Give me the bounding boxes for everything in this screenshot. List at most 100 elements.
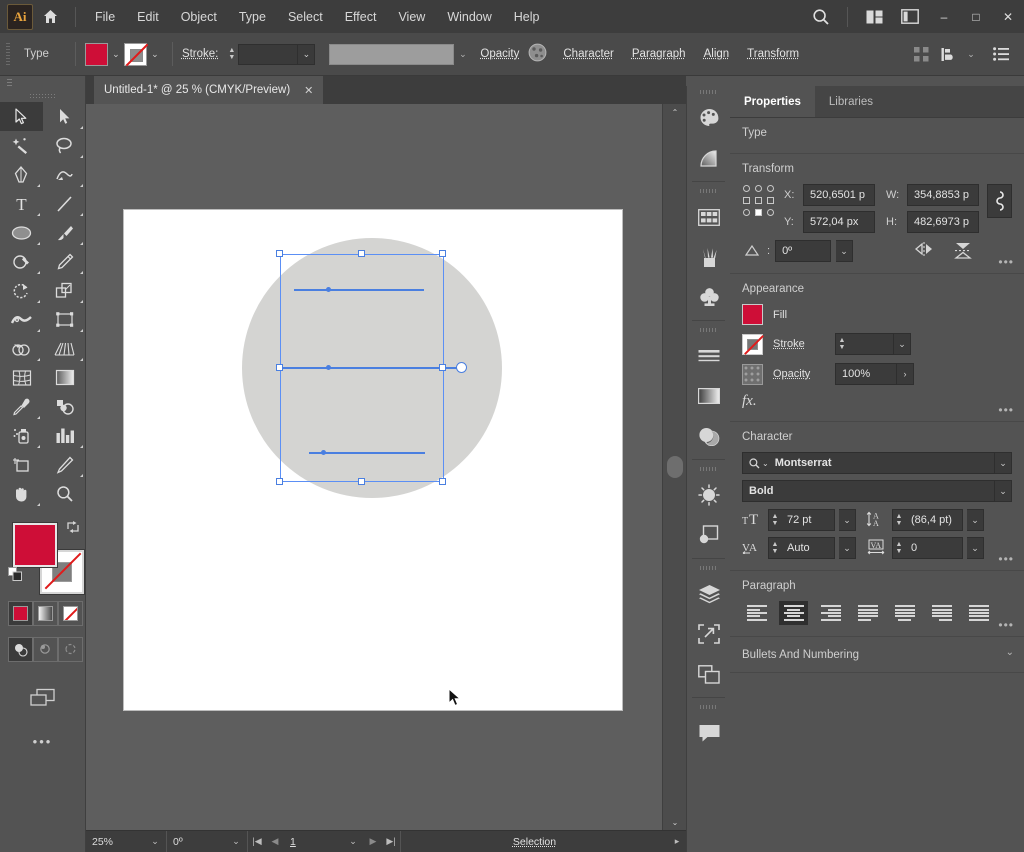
opacity-link[interactable]: Opacity	[480, 48, 519, 60]
leading-input[interactable]: (86,4 pt)	[905, 509, 963, 531]
swap-fill-stroke-icon[interactable]	[66, 520, 80, 537]
justify-last-left-button[interactable]	[853, 601, 882, 625]
constrain-proportions-icon[interactable]	[987, 184, 1012, 218]
fill-swatch-control[interactable]: ⌄	[85, 43, 124, 66]
type-tool[interactable]: T	[0, 189, 43, 218]
tracking-input[interactable]: 0	[905, 537, 963, 559]
magic-wand-tool[interactable]	[0, 131, 43, 160]
character-link[interactable]: Character	[563, 48, 614, 60]
handle-top-left[interactable]	[276, 250, 283, 257]
dock-grip[interactable]	[687, 86, 730, 98]
width-tool[interactable]	[0, 305, 43, 334]
layers-panel-icon[interactable]	[687, 574, 731, 614]
menu-select[interactable]: Select	[277, 4, 334, 30]
artboard-number-input[interactable]: 1	[284, 831, 342, 852]
pen-tool[interactable]	[0, 160, 43, 189]
appearance-fill-swatch[interactable]	[742, 304, 763, 325]
appearance-opacity-label[interactable]: Opacity	[773, 368, 825, 380]
rotation-angle-input[interactable]: 0º	[775, 240, 831, 262]
home-icon[interactable]	[33, 0, 67, 33]
font-size-input[interactable]: 72 pt	[781, 509, 835, 531]
close-icon[interactable]: ✕	[304, 84, 313, 97]
handle-top-center[interactable]	[358, 250, 365, 257]
scale-tool[interactable]	[43, 276, 86, 305]
more-tools-button[interactable]: •••	[0, 734, 85, 749]
menu-view[interactable]: View	[387, 4, 436, 30]
menu-help[interactable]: Help	[503, 4, 551, 30]
width-profile-chevron-down-icon[interactable]: ⌄	[454, 44, 471, 65]
slice-tool[interactable]	[43, 450, 86, 479]
draw-inside-button[interactable]	[58, 637, 83, 662]
zoom-tool[interactable]	[43, 479, 86, 508]
scroll-up-icon[interactable]: ⌃	[663, 104, 687, 120]
rotation-chevron-down-icon[interactable]: ⌄	[225, 831, 247, 852]
handle-bottom-left[interactable]	[276, 478, 283, 485]
tools-panel-grip[interactable]	[0, 76, 85, 90]
paragraph-more-options-button[interactable]: •••	[998, 618, 1014, 632]
leading-stepper[interactable]: ▲ ▼	[892, 509, 905, 531]
artboard-chevron-down-icon[interactable]: ⌄	[342, 831, 364, 852]
handle-top-right[interactable]	[439, 250, 446, 257]
arrange-chevron-down-icon[interactable]: ⌄	[964, 41, 978, 67]
transform-link[interactable]: Transform	[747, 48, 799, 60]
eyedropper-tool[interactable]	[0, 392, 43, 421]
dock-grip-6[interactable]	[687, 701, 730, 713]
font-style-control[interactable]: Bold ⌄	[742, 480, 1012, 502]
leading-chevron-down-icon[interactable]: ⌄	[967, 509, 984, 531]
scrollbar-thumb[interactable]	[667, 456, 683, 478]
appearance-stroke-swatch[interactable]	[742, 334, 763, 355]
h-input[interactable]: 482,6973 p	[907, 211, 979, 233]
lasso-tool[interactable]	[43, 131, 86, 160]
selection-tool[interactable]	[0, 102, 43, 131]
maximize-button[interactable]: □	[960, 4, 992, 30]
none-mode-button[interactable]	[58, 601, 83, 626]
handle-middle-left[interactable]	[276, 364, 283, 371]
appearance-more-options-button[interactable]: •••	[998, 403, 1014, 417]
search-icon[interactable]	[803, 0, 839, 33]
first-artboard-button[interactable]: |◀	[248, 831, 266, 852]
align-center-button[interactable]	[779, 601, 808, 625]
canvas-area[interactable]	[86, 104, 686, 830]
flip-vertical-icon[interactable]	[954, 241, 972, 262]
tools-panel-handle[interactable]	[0, 90, 85, 102]
handle-bottom-right[interactable]	[439, 478, 446, 485]
perspective-grid-tool[interactable]	[43, 334, 86, 363]
brushes-panel-icon[interactable]	[687, 237, 731, 277]
font-size-stepper[interactable]: ▲ ▼	[768, 509, 781, 531]
minimize-button[interactable]: –	[928, 4, 960, 30]
gradient-mode-button[interactable]	[33, 601, 58, 626]
pathfinder-panel-icon[interactable]	[687, 515, 731, 555]
stroke-weight-label[interactable]: Stroke:	[182, 48, 218, 60]
tracking-chevron-down-icon[interactable]: ⌄	[967, 537, 984, 559]
tab-libraries[interactable]: Libraries	[815, 86, 887, 117]
blend-tool[interactable]	[43, 392, 86, 421]
ellipse-tool[interactable]	[0, 218, 43, 247]
symbol-sprayer-tool[interactable]	[0, 421, 43, 450]
transform-more-options-button[interactable]: •••	[998, 255, 1014, 269]
scroll-down-icon[interactable]: ⌄	[663, 814, 687, 830]
font-search-icon[interactable]: ⌄	[749, 458, 769, 469]
text-area-resize-handle[interactable]	[456, 362, 467, 373]
reference-point-selector[interactable]	[742, 184, 776, 218]
opacity-thumbnail-icon[interactable]	[528, 43, 547, 65]
document-tab[interactable]: Untitled-1* @ 25 % (CMYK/Preview) ✕	[94, 76, 323, 104]
justify-last-center-button[interactable]	[890, 601, 919, 625]
appearance-stroke-chevron-down-icon[interactable]: ⌄	[894, 333, 911, 355]
character-more-options-button[interactable]: •••	[998, 552, 1014, 566]
bullets-chevron-down-icon[interactable]: ⌄	[1006, 647, 1014, 658]
stroke-weight-chevron-down-icon[interactable]: ⌄	[298, 44, 315, 65]
selection-bounding-box[interactable]	[280, 254, 444, 482]
draw-behind-button[interactable]	[33, 637, 58, 662]
menu-type[interactable]: Type	[228, 4, 277, 30]
draw-normal-button[interactable]	[8, 637, 33, 662]
paragraph-link[interactable]: Paragraph	[632, 48, 686, 60]
mesh-tool[interactable]	[0, 363, 43, 392]
justify-last-right-button[interactable]	[927, 601, 956, 625]
appearance-stroke-label[interactable]: Stroke	[773, 338, 825, 350]
next-artboard-button[interactable]: ▶	[364, 831, 382, 852]
stroke-weight-input[interactable]	[238, 44, 298, 65]
gradient-tool[interactable]	[43, 363, 86, 392]
justify-all-button[interactable]	[964, 601, 993, 625]
paintbrush-tool[interactable]	[43, 218, 86, 247]
direct-selection-tool[interactable]	[43, 102, 86, 131]
